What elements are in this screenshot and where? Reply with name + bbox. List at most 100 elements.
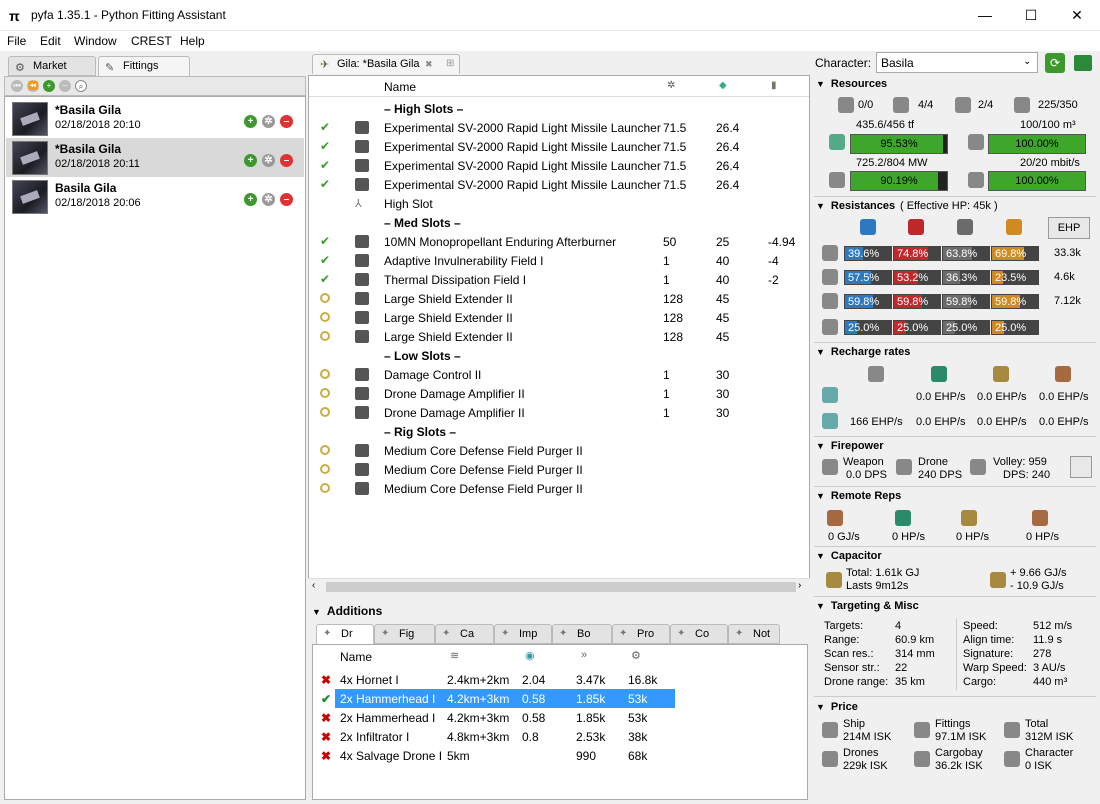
scroll-left-icon[interactable]: ‹ bbox=[312, 580, 315, 591]
back-icon[interactable]: ⏪ bbox=[27, 80, 39, 92]
range-column-icon[interactable]: ≋ bbox=[450, 649, 459, 662]
drone-row[interactable]: ✖ 2x Hammerhead I 4.2km+3km 0.58 1.85k 53k bbox=[313, 708, 807, 727]
menu-file[interactable]: File bbox=[7, 34, 26, 48]
speed-column-icon[interactable]: ◉ bbox=[525, 649, 535, 662]
remote-reps-title[interactable]: Remote Reps bbox=[816, 490, 901, 502]
online-state-icon[interactable] bbox=[320, 388, 330, 398]
column-name[interactable]: Name bbox=[384, 80, 416, 94]
module-row[interactable]: Medium Core Defense Field Purger II bbox=[309, 479, 809, 498]
module-row[interactable]: Drone Damage Amplifier II 1 30 bbox=[309, 384, 809, 403]
power-column-icon[interactable]: ◆ bbox=[719, 80, 727, 91]
tab-additions-bo[interactable]: ✦ Bo bbox=[552, 624, 612, 644]
copy-fit-icon[interactable]: + bbox=[244, 154, 257, 167]
search-icon[interactable]: ⌕ bbox=[75, 80, 87, 92]
ehp-button[interactable]: EHP bbox=[1048, 217, 1090, 239]
firepower-title[interactable]: Firepower bbox=[816, 440, 884, 452]
drone-row[interactable]: ✖ 4x Hornet I 2.4km+2km 2.04 3.47k 16.8k bbox=[313, 670, 807, 689]
additions-title[interactable]: ▼ Additions bbox=[312, 604, 382, 618]
tab-fit[interactable]: ✈ Gila: *Basila Gila ✖ bbox=[312, 54, 460, 74]
hp-column-icon[interactable]: ⚙ bbox=[631, 649, 641, 662]
dps-column-icon[interactable]: » bbox=[581, 649, 587, 661]
active-check-icon[interactable]: ✔ bbox=[321, 692, 331, 706]
copy-fit-icon[interactable]: + bbox=[244, 115, 257, 128]
active-check-icon[interactable]: ✔ bbox=[319, 178, 331, 191]
gear-icon[interactable]: ✲ bbox=[262, 115, 275, 128]
inactive-x-icon[interactable]: ✖ bbox=[321, 711, 331, 725]
online-state-icon[interactable] bbox=[320, 464, 330, 474]
targeting-title[interactable]: Targeting & Misc bbox=[816, 600, 919, 612]
inactive-x-icon[interactable]: ✖ bbox=[321, 730, 331, 744]
online-state-icon[interactable] bbox=[320, 369, 330, 379]
module-row[interactable]: Medium Core Defense Field Purger II bbox=[309, 460, 809, 479]
module-row[interactable]: Damage Control II 1 30 bbox=[309, 365, 809, 384]
online-state-icon[interactable] bbox=[320, 407, 330, 417]
minimize-button[interactable]: — bbox=[962, 0, 1008, 31]
tab-additions-ca[interactable]: ✦ Ca bbox=[435, 624, 494, 644]
module-row[interactable]: Large Shield Extender II 128 45 bbox=[309, 327, 809, 346]
scroll-thumb[interactable] bbox=[326, 582, 796, 592]
module-row[interactable]: ✔ Experimental SV-2000 Rapid Light Missil… bbox=[309, 137, 809, 156]
resources-title[interactable]: Resources bbox=[816, 78, 887, 90]
active-check-icon[interactable]: ✔ bbox=[319, 273, 331, 286]
ammo-button[interactable] bbox=[1070, 456, 1092, 478]
delete-fit-icon[interactable]: – bbox=[280, 193, 293, 206]
column-name[interactable]: Name bbox=[340, 650, 372, 664]
tab-market[interactable]: ⚙ Market bbox=[8, 56, 96, 76]
close-button[interactable]: ✕ bbox=[1054, 0, 1100, 31]
tab-additions-not[interactable]: ✦ Not bbox=[728, 624, 780, 644]
maximize-button[interactable]: ☐ bbox=[1008, 0, 1054, 31]
refresh-icon[interactable]: ⟳ bbox=[1045, 53, 1065, 73]
online-state-icon[interactable] bbox=[320, 445, 330, 455]
fit-item[interactable]: *Basila Gila 02/18/2018 20:10 + ✲ – bbox=[6, 99, 304, 138]
resistances-title[interactable]: Resistances bbox=[816, 200, 895, 212]
close-tab-icon[interactable]: ✖ bbox=[425, 59, 433, 70]
tab-additions-fig[interactable]: ✦ Fig bbox=[374, 624, 435, 644]
online-state-icon[interactable] bbox=[320, 312, 330, 322]
active-check-icon[interactable]: ✔ bbox=[319, 254, 331, 267]
module-row[interactable]: Medium Core Defense Field Purger II bbox=[309, 441, 809, 460]
first-icon[interactable]: ⏮ bbox=[11, 80, 23, 92]
cap-column-icon[interactable]: ▮ bbox=[771, 80, 777, 91]
horizontal-scrollbar[interactable]: ‹ › bbox=[308, 578, 810, 595]
character-select[interactable]: Basila ⌄ bbox=[876, 52, 1038, 73]
tab-additions-co[interactable]: ✦ Co bbox=[670, 624, 728, 644]
module-row[interactable]: ✔ Experimental SV-2000 Rapid Light Missil… bbox=[309, 175, 809, 194]
active-check-icon[interactable]: ✔ bbox=[319, 235, 331, 248]
module-row[interactable]: ⅄ High Slot bbox=[309, 194, 809, 213]
active-check-icon[interactable]: ✔ bbox=[319, 159, 331, 172]
inactive-x-icon[interactable]: ✖ bbox=[321, 749, 331, 763]
online-state-icon[interactable] bbox=[320, 293, 330, 303]
tab-additions-imp[interactable]: ✦ Imp bbox=[494, 624, 552, 644]
delete-fit-icon[interactable]: – bbox=[280, 154, 293, 167]
scroll-right-icon[interactable]: › bbox=[798, 580, 801, 591]
module-row[interactable]: Large Shield Extender II 128 45 bbox=[309, 289, 809, 308]
menu-help[interactable]: Help bbox=[180, 34, 205, 48]
module-row[interactable]: Large Shield Extender II 128 45 bbox=[309, 308, 809, 327]
online-state-icon[interactable] bbox=[320, 483, 330, 493]
remove-fit-icon[interactable]: – bbox=[59, 80, 71, 92]
tab-additions-pro[interactable]: ✦ Pro bbox=[612, 624, 670, 644]
gear-icon[interactable]: ✲ bbox=[262, 193, 275, 206]
add-fit-icon[interactable]: + bbox=[43, 80, 55, 92]
capacitor-title[interactable]: Capacitor bbox=[816, 550, 882, 562]
active-check-icon[interactable]: ✔ bbox=[319, 121, 331, 134]
fit-item[interactable]: Basila Gila 02/18/2018 20:06 + ✲ – bbox=[6, 177, 304, 216]
menu-edit[interactable]: Edit bbox=[40, 34, 61, 48]
cpu-column-icon[interactable]: ✲ bbox=[667, 80, 675, 91]
price-title[interactable]: Price bbox=[816, 701, 858, 713]
module-row[interactable]: ✔ Adaptive Invulnerability Field I 1 40 -4 bbox=[309, 251, 809, 270]
module-row[interactable]: ✔ Thermal Dissipation Field I 1 40 -2 bbox=[309, 270, 809, 289]
gear-icon[interactable]: ✲ bbox=[262, 154, 275, 167]
delete-fit-icon[interactable]: – bbox=[280, 115, 293, 128]
tab-fittings[interactable]: ✎ Fittings bbox=[98, 56, 190, 76]
tab-additions-dr[interactable]: ✦ Dr bbox=[316, 624, 374, 644]
new-tab-icon[interactable]: ⊞ bbox=[446, 58, 454, 69]
drone-row[interactable]: ✔ 2x Hammerhead I 4.2km+3km 0.58 1.85k 53k bbox=[313, 689, 807, 708]
fit-item[interactable]: *Basila Gila 02/18/2018 20:11 + ✲ – bbox=[6, 138, 304, 177]
module-row[interactable]: Drone Damage Amplifier II 1 30 bbox=[309, 403, 809, 422]
active-check-icon[interactable]: ✔ bbox=[319, 140, 331, 153]
online-state-icon[interactable] bbox=[320, 331, 330, 341]
skills-icon[interactable] bbox=[1074, 55, 1092, 71]
menu-crest[interactable]: CREST bbox=[131, 34, 172, 48]
module-row[interactable]: ✔ Experimental SV-2000 Rapid Light Missil… bbox=[309, 118, 809, 137]
